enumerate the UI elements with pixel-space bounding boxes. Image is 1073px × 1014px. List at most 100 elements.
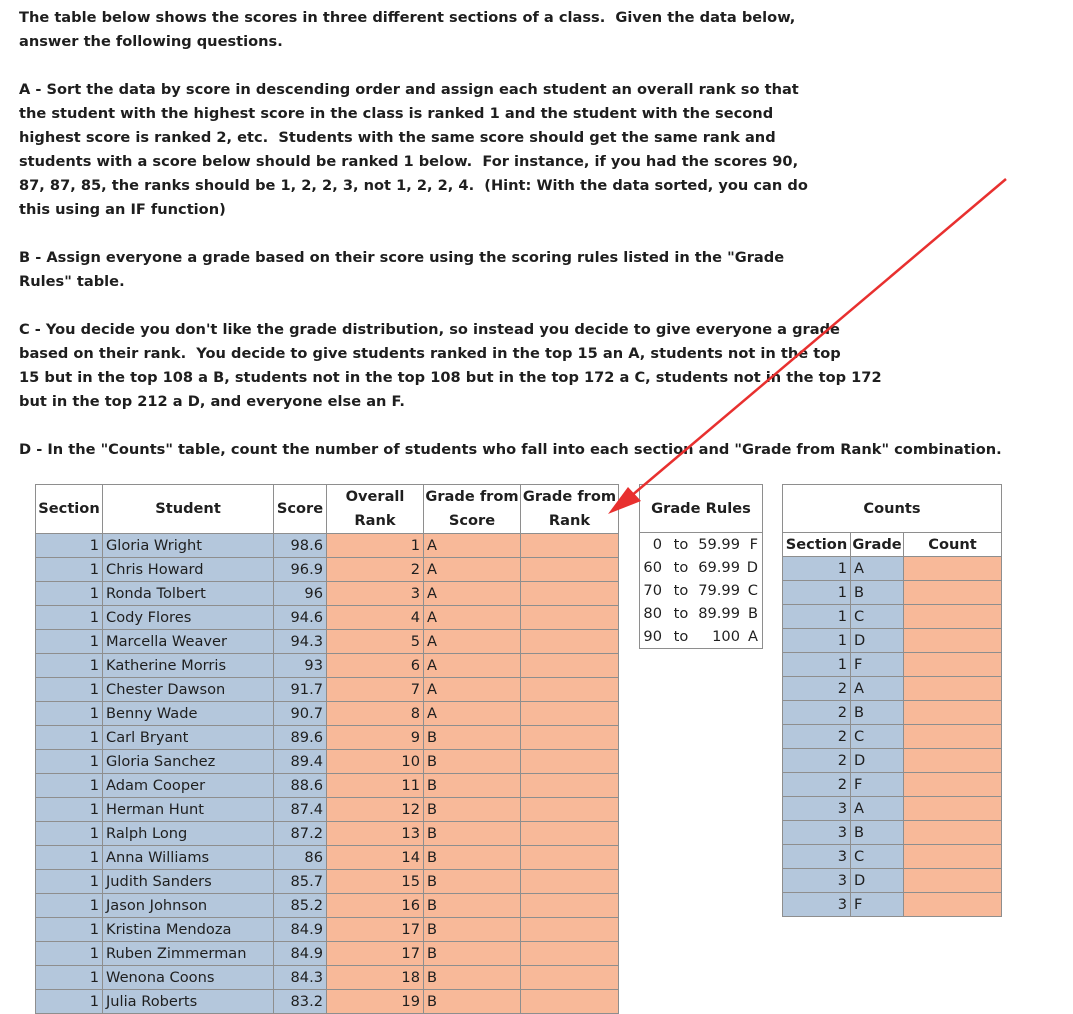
counts-cell-section[interactable]: 3 xyxy=(782,796,851,821)
cell-student[interactable]: Katherine Morris xyxy=(102,653,274,678)
cell-grade-from-rank[interactable] xyxy=(520,677,619,702)
cell-grade-from-score[interactable]: B xyxy=(423,917,521,942)
counts-cell-count[interactable] xyxy=(903,868,1002,893)
counts-cell-count[interactable] xyxy=(903,604,1002,629)
counts-cell-section[interactable]: 3 xyxy=(782,844,851,869)
header-score[interactable]: Score xyxy=(273,484,327,534)
grade-rule-cell[interactable]: 60 to 69.99 D xyxy=(639,556,763,579)
cell-section[interactable]: 1 xyxy=(35,581,103,606)
cell-score[interactable]: 91.7 xyxy=(273,677,327,702)
cell-student[interactable]: Carl Bryant xyxy=(102,725,274,750)
cell-grade-from-rank[interactable] xyxy=(520,821,619,846)
cell-overall-rank[interactable]: 9 xyxy=(326,725,424,750)
counts-header-grade[interactable]: Grade xyxy=(850,532,904,557)
cell-grade-from-rank[interactable] xyxy=(520,965,619,990)
cell-section[interactable]: 1 xyxy=(35,605,103,630)
cell-score[interactable]: 96.9 xyxy=(273,557,327,582)
counts-cell-grade[interactable]: B xyxy=(850,700,904,725)
cell-grade-from-score[interactable]: B xyxy=(423,749,521,774)
cell-overall-rank[interactable]: 10 xyxy=(326,749,424,774)
cell-student[interactable]: Ruben Zimmerman xyxy=(102,941,274,966)
counts-cell-count[interactable] xyxy=(903,844,1002,869)
cell-grade-from-score[interactable]: A xyxy=(423,677,521,702)
cell-student[interactable]: Kristina Mendoza xyxy=(102,917,274,942)
cell-section[interactable]: 1 xyxy=(35,773,103,798)
cell-overall-rank[interactable]: 12 xyxy=(326,797,424,822)
cell-grade-from-rank[interactable] xyxy=(520,893,619,918)
counts-cell-count[interactable] xyxy=(903,892,1002,917)
counts-cell-count[interactable] xyxy=(903,676,1002,701)
counts-cell-grade[interactable]: F xyxy=(850,652,904,677)
cell-student[interactable]: Gloria Sanchez xyxy=(102,749,274,774)
cell-student[interactable]: Ronda Tolbert xyxy=(102,581,274,606)
counts-cell-section[interactable]: 1 xyxy=(782,652,851,677)
cell-section[interactable]: 1 xyxy=(35,533,103,558)
cell-grade-from-score[interactable]: A xyxy=(423,581,521,606)
cell-grade-from-score[interactable]: B xyxy=(423,989,521,1014)
cell-section[interactable]: 1 xyxy=(35,821,103,846)
cell-overall-rank[interactable]: 4 xyxy=(326,605,424,630)
cell-section[interactable]: 1 xyxy=(35,989,103,1014)
header-overall-rank[interactable]: Overall Rank xyxy=(326,484,424,534)
counts-title[interactable]: Counts xyxy=(782,484,1002,533)
cell-student[interactable]: Cody Flores xyxy=(102,605,274,630)
counts-cell-count[interactable] xyxy=(903,652,1002,677)
cell-overall-rank[interactable]: 17 xyxy=(326,941,424,966)
cell-score[interactable]: 94.6 xyxy=(273,605,327,630)
counts-cell-section[interactable]: 1 xyxy=(782,556,851,581)
cell-overall-rank[interactable]: 14 xyxy=(326,845,424,870)
cell-section[interactable]: 1 xyxy=(35,701,103,726)
counts-cell-grade[interactable]: C xyxy=(850,844,904,869)
cell-score[interactable]: 85.2 xyxy=(273,893,327,918)
cell-grade-from-score[interactable]: B xyxy=(423,941,521,966)
cell-overall-rank[interactable]: 3 xyxy=(326,581,424,606)
cell-overall-rank[interactable]: 16 xyxy=(326,893,424,918)
grade-rule-cell[interactable]: 80 to 89.99 B xyxy=(639,602,763,625)
cell-grade-from-rank[interactable] xyxy=(520,605,619,630)
cell-student[interactable]: Chester Dawson xyxy=(102,677,274,702)
cell-score[interactable]: 84.9 xyxy=(273,941,327,966)
cell-score[interactable]: 86 xyxy=(273,845,327,870)
header-grade-from-score[interactable]: Grade from Score xyxy=(423,484,521,534)
counts-cell-count[interactable] xyxy=(903,796,1002,821)
cell-overall-rank[interactable]: 7 xyxy=(326,677,424,702)
cell-student[interactable]: Herman Hunt xyxy=(102,797,274,822)
counts-cell-count[interactable] xyxy=(903,724,1002,749)
cell-score[interactable]: 87.2 xyxy=(273,821,327,846)
counts-cell-count[interactable] xyxy=(903,628,1002,653)
cell-score[interactable]: 94.3 xyxy=(273,629,327,654)
cell-grade-from-rank[interactable] xyxy=(520,869,619,894)
cell-overall-rank[interactable]: 13 xyxy=(326,821,424,846)
cell-grade-from-score[interactable]: A xyxy=(423,533,521,558)
cell-grade-from-score[interactable]: B xyxy=(423,773,521,798)
cell-grade-from-rank[interactable] xyxy=(520,917,619,942)
cell-grade-from-score[interactable]: B xyxy=(423,893,521,918)
cell-grade-from-score[interactable]: B xyxy=(423,797,521,822)
cell-student[interactable]: Benny Wade xyxy=(102,701,274,726)
cell-grade-from-rank[interactable] xyxy=(520,557,619,582)
counts-cell-section[interactable]: 2 xyxy=(782,748,851,773)
cell-overall-rank[interactable]: 19 xyxy=(326,989,424,1014)
cell-score[interactable]: 89.6 xyxy=(273,725,327,750)
cell-overall-rank[interactable]: 8 xyxy=(326,701,424,726)
cell-score[interactable]: 84.3 xyxy=(273,965,327,990)
counts-cell-grade[interactable]: A xyxy=(850,676,904,701)
cell-grade-from-score[interactable]: B xyxy=(423,869,521,894)
cell-overall-rank[interactable]: 1 xyxy=(326,533,424,558)
counts-cell-grade[interactable]: B xyxy=(850,580,904,605)
cell-score[interactable]: 96 xyxy=(273,581,327,606)
cell-score[interactable]: 83.2 xyxy=(273,989,327,1014)
cell-section[interactable]: 1 xyxy=(35,629,103,654)
cell-section[interactable]: 1 xyxy=(35,797,103,822)
counts-cell-grade[interactable]: D xyxy=(850,868,904,893)
cell-grade-from-score[interactable]: B xyxy=(423,965,521,990)
cell-grade-from-rank[interactable] xyxy=(520,797,619,822)
cell-student[interactable]: Adam Cooper xyxy=(102,773,274,798)
cell-grade-from-score[interactable]: A xyxy=(423,653,521,678)
cell-student[interactable]: Jason Johnson xyxy=(102,893,274,918)
cell-section[interactable]: 1 xyxy=(35,557,103,582)
cell-section[interactable]: 1 xyxy=(35,917,103,942)
cell-section[interactable]: 1 xyxy=(35,893,103,918)
counts-cell-count[interactable] xyxy=(903,556,1002,581)
counts-cell-grade[interactable]: A xyxy=(850,796,904,821)
